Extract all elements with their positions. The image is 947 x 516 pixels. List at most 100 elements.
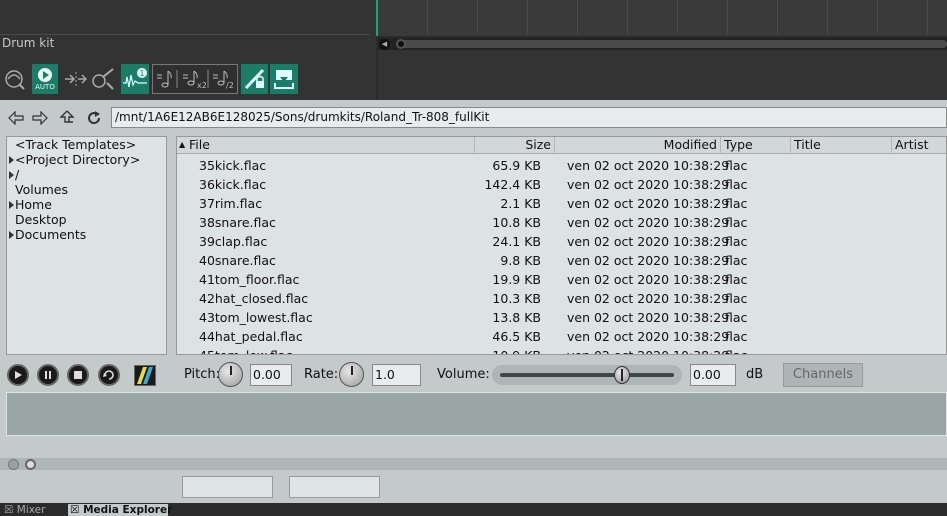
file-row[interactable]: 44hat_pedal.flac 46.5 KB ven 02 oct 2020 1… (177, 327, 946, 346)
lock-button[interactable] (241, 64, 268, 94)
tab-media-explorer[interactable]: ☒ Media Explorer (68, 504, 172, 516)
preview-scrollbar-knob[interactable] (25, 459, 36, 470)
tree-item[interactable]: / (15, 167, 19, 182)
forward-button[interactable] (30, 108, 50, 128)
close-icon[interactable]: ☒ (70, 504, 79, 516)
play-button[interactable] (7, 364, 29, 386)
file-type: flac (725, 158, 748, 173)
pitch-label: Pitch: (184, 367, 221, 382)
waveform-icon: 1 (123, 68, 147, 88)
file-name: 45tom_low.flac (199, 346, 292, 354)
column-modified[interactable]: Modified (555, 137, 721, 154)
file-type: flac (725, 234, 748, 249)
file-name: 38snare.flac (199, 215, 276, 230)
file-size: 46.5 KB (492, 329, 541, 344)
file-row[interactable]: 37rim.flac 2.1 KB ven 02 oct 2020 10:38:29… (177, 194, 946, 213)
path-input[interactable]: /mnt/1A6E12AB6E128025/Sons/drumkits/Rola… (111, 107, 947, 128)
column-title[interactable]: Title (791, 137, 892, 154)
file-row[interactable]: 42hat_closed.flac 10.3 KB ven 02 oct 2020 … (177, 289, 946, 308)
tree-item[interactable]: Volumes (15, 182, 68, 197)
snap-button[interactable] (270, 64, 298, 94)
envelope-tool-button[interactable] (90, 64, 118, 94)
ripple-edit-button[interactable] (2, 64, 28, 94)
parent-folder-button[interactable] (57, 108, 77, 128)
pause-button[interactable] (37, 364, 59, 386)
expand-arrow-icon[interactable] (9, 156, 14, 164)
file-row[interactable]: 43tom_lowest.flac 13.8 KB ven 02 oct 2020 … (177, 308, 946, 327)
file-modified: ven 02 oct 2020 10:38:29 (567, 291, 730, 306)
file-row[interactable]: 38snare.flac 10.8 KB ven 02 oct 2020 10:38… (177, 213, 946, 232)
repeat-button[interactable] (98, 364, 120, 386)
grid-line (927, 0, 928, 34)
column-size[interactable]: Size (475, 137, 555, 154)
arrange-empty-area (378, 50, 947, 100)
tree-item[interactable]: <Track Templates> (15, 137, 136, 152)
folder-tree[interactable]: <Track Templates> <Project Directory> / Vol… (6, 136, 167, 355)
column-file[interactable]: ▲ File (177, 137, 475, 154)
rate-input[interactable]: 1.0 (372, 364, 421, 386)
file-name: 41tom_floor.flac (199, 272, 300, 287)
grid-line (627, 0, 628, 34)
file-list[interactable]: ▲ File Size Modified Type Title Artist 3… (176, 136, 947, 355)
file-row[interactable]: 35kick.flac 65.9 KB ven 02 oct 2020 10:38:… (177, 156, 946, 175)
expand-arrow-icon[interactable] (9, 231, 14, 239)
rate-knob[interactable] (339, 362, 364, 387)
scroll-left-icon[interactable] (8, 459, 19, 470)
action-button[interactable] (182, 476, 273, 498)
file-row[interactable]: 39clap.flac 24.1 KB ven 02 oct 2020 10:38:… (177, 232, 946, 251)
tree-item[interactable]: Documents (15, 227, 86, 242)
channels-button[interactable]: Channels (783, 363, 863, 387)
tempo-match-button[interactable] (134, 365, 156, 386)
file-name: 39clap.flac (199, 234, 268, 249)
tree-item[interactable]: <Project Directory> (15, 152, 140, 167)
grid-line (477, 0, 478, 34)
waveform-preview[interactable] (6, 392, 947, 436)
file-row[interactable]: 41tom_floor.flac 19.9 KB ven 02 oct 2020 1… (177, 270, 946, 289)
volume-input[interactable]: 0.00 (690, 364, 736, 386)
grid-line (427, 0, 428, 34)
scrollbar-thumb[interactable] (396, 40, 947, 48)
envelope-points-button[interactable]: 1 (121, 64, 149, 94)
column-artist[interactable]: Artist (892, 137, 946, 154)
refresh-button[interactable] (84, 108, 104, 128)
volume-slider-thumb[interactable] (613, 366, 630, 384)
file-size: 10.3 KB (492, 291, 541, 306)
tab-mixer[interactable]: ☒ Mixer (2, 504, 64, 516)
column-type[interactable]: Type (721, 137, 791, 154)
grid-settings-button[interactable]: x2 /2 (152, 64, 238, 94)
auto-crossfade-button[interactable]: AUTO (32, 64, 58, 94)
envelope-badge: 1 (139, 69, 144, 78)
stop-button[interactable] (67, 364, 89, 386)
arrange-timeline[interactable] (378, 0, 947, 36)
file-name: 42hat_closed.flac (199, 291, 309, 306)
file-size: 24.1 KB (492, 234, 541, 249)
grid-x2-label: x2 (197, 81, 207, 90)
repeat-icon (103, 370, 114, 380)
expand-arrow-icon[interactable] (9, 201, 14, 209)
arrow-left-icon (8, 111, 24, 125)
grid-half-label: /2 (226, 81, 234, 90)
back-button[interactable] (6, 108, 26, 128)
close-icon[interactable]: ☒ (4, 504, 13, 516)
expand-arrow-icon[interactable] (9, 171, 14, 179)
file-row[interactable]: 45tom_low.flac 10.9 KB ven 02 oct 2020 10:… (177, 346, 946, 354)
preview-scrollbar[interactable] (0, 458, 947, 470)
sort-ascending-icon: ▲ (179, 140, 186, 149)
pitch-knob[interactable] (218, 362, 243, 387)
scrollbar-knob[interactable] (396, 39, 406, 49)
split-arrows-icon (65, 72, 87, 86)
file-row[interactable]: 36kick.flac 142.4 KB ven 02 oct 2020 10:38… (177, 175, 946, 194)
file-row[interactable]: 40snare.flac 9.8 KB ven 02 oct 2020 10:38:… (177, 251, 946, 270)
auto-label: AUTO (35, 83, 55, 91)
pitch-input[interactable]: 0.00 (250, 364, 292, 386)
play-icon (15, 371, 22, 379)
tree-item[interactable]: Desktop (15, 212, 67, 227)
stop-icon (74, 371, 82, 379)
file-type: flac (725, 196, 748, 211)
action-button[interactable] (289, 476, 380, 498)
track-name[interactable]: Drum kit (2, 36, 54, 50)
tree-item[interactable]: Home (15, 197, 52, 212)
scroll-left-icon[interactable]: ◀ (379, 39, 390, 50)
file-modified: ven 02 oct 2020 10:38:29 (567, 346, 729, 354)
split-items-button[interactable] (62, 64, 88, 94)
